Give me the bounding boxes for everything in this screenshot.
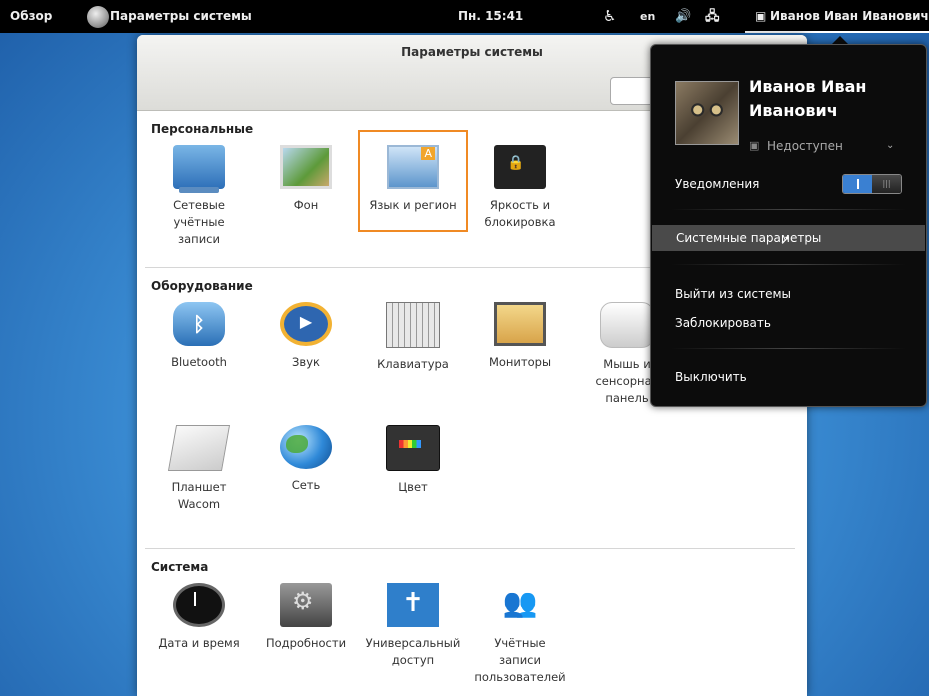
panel-network[interactable]: Сеть bbox=[256, 425, 356, 494]
panel-label: Сеть bbox=[291, 478, 321, 492]
details-icon bbox=[280, 583, 332, 627]
menu-separator bbox=[671, 264, 906, 265]
menu-separator bbox=[671, 209, 906, 210]
panel-label: Подробности bbox=[265, 636, 347, 650]
clock-icon bbox=[173, 583, 225, 627]
user-status-icon[interactable]: ▣ bbox=[755, 0, 766, 33]
user-accounts-icon: 👥 bbox=[502, 586, 538, 619]
bluetooth-icon: ᛒ bbox=[173, 302, 225, 346]
panel-bluetooth[interactable]: ᛒ Bluetooth bbox=[149, 302, 249, 371]
menu-separator bbox=[671, 348, 906, 349]
panel-keyboard[interactable]: Клавиатура bbox=[363, 302, 463, 373]
panel-online-accounts[interactable]: Сетевые учётные записи bbox=[149, 145, 249, 248]
panel-displays[interactable]: Мониторы bbox=[470, 302, 570, 371]
section-title-personal: Персональные bbox=[151, 122, 254, 136]
panel-background[interactable]: Фон bbox=[256, 145, 356, 214]
chevron-down-icon[interactable]: ⌄ bbox=[886, 140, 894, 151]
background-icon bbox=[280, 145, 332, 189]
panel-brightness-lock[interactable]: Яркость и блокировка bbox=[470, 145, 570, 231]
panel-universal-access[interactable]: ✝ Универсальный доступ bbox=[363, 583, 463, 669]
network-globe-icon bbox=[280, 425, 332, 469]
panel-label: Звук bbox=[292, 355, 320, 369]
accessibility-icon[interactable]: ♿ bbox=[603, 0, 616, 33]
mouse-icon bbox=[600, 302, 654, 348]
panel-user-accounts[interactable]: 👥 Учётные записи пользователей bbox=[470, 583, 570, 686]
keyboard-icon bbox=[386, 302, 440, 348]
user-menu-active-indicator bbox=[745, 31, 929, 33]
panel-label: Сетевые учётные записи bbox=[173, 198, 225, 246]
notifications-label: Уведомления bbox=[675, 177, 760, 191]
toggle-on-part bbox=[843, 175, 872, 193]
panel-date-time[interactable]: Дата и время bbox=[149, 583, 249, 652]
panel-label: Цвет bbox=[398, 480, 428, 494]
volume-icon[interactable]: 🔊 bbox=[675, 0, 691, 33]
menu-item-label: Системные параметры bbox=[676, 231, 822, 245]
clock-button[interactable]: Пн. 15:41 bbox=[458, 0, 523, 33]
mouse-cursor-icon: ➚ bbox=[780, 233, 791, 248]
panel-label: Яркость и блокировка bbox=[484, 198, 556, 229]
online-accounts-icon bbox=[173, 145, 225, 193]
network-icon[interactable]: 🖧 bbox=[705, 0, 720, 33]
panel-language-region[interactable]: Язык и регион bbox=[363, 145, 463, 214]
status-icon: ▣ bbox=[749, 139, 760, 152]
panel-color[interactable]: Цвет bbox=[363, 425, 463, 496]
language-region-icon bbox=[387, 145, 439, 189]
menu-item-power-off[interactable]: Выключить bbox=[675, 370, 747, 384]
panel-sound[interactable]: ▶ Звук bbox=[256, 302, 356, 371]
panel-label: Bluetooth bbox=[171, 355, 227, 369]
top-bar: Обзор Параметры системы Пн. 15:41 ♿ en 🔊… bbox=[0, 0, 929, 33]
menu-item-lock[interactable]: Заблокировать bbox=[675, 316, 771, 330]
keyboard-layout-indicator[interactable]: en bbox=[640, 0, 655, 33]
status-selector[interactable]: Недоступен bbox=[767, 139, 843, 153]
panel-details[interactable]: Подробности bbox=[256, 583, 356, 652]
settings-app-icon bbox=[87, 6, 109, 28]
color-icon bbox=[386, 425, 440, 471]
panel-label: Язык и регион bbox=[369, 198, 457, 212]
app-menu-button[interactable]: Параметры системы bbox=[110, 0, 252, 33]
notifications-toggle[interactable]: ||| bbox=[842, 174, 902, 194]
panel-label: Универсальный доступ bbox=[365, 636, 461, 667]
panel-label: Мониторы bbox=[488, 355, 552, 369]
section-title-system: Система bbox=[151, 560, 209, 574]
panel-label: Клавиатура bbox=[377, 357, 449, 371]
user-menu: Иванов Иван Иванович ▣ Недоступен ⌄ Увед… bbox=[650, 44, 927, 407]
user-full-name: Иванов Иван Иванович bbox=[749, 77, 867, 120]
panel-label: Фон bbox=[293, 198, 319, 212]
displays-icon bbox=[494, 302, 546, 346]
avatar[interactable] bbox=[675, 81, 739, 145]
brightness-lock-icon bbox=[494, 145, 546, 189]
panel-label: Учётные записи пользователей bbox=[474, 636, 566, 684]
sound-icon: ▶ bbox=[280, 302, 332, 346]
panel-wacom[interactable]: Планшет Wacom bbox=[149, 425, 249, 513]
wacom-icon bbox=[167, 425, 231, 471]
user-menu-button[interactable]: Иванов Иван Иванович bbox=[770, 0, 929, 33]
universal-access-icon: ✝ bbox=[387, 583, 439, 627]
section-separator bbox=[145, 548, 795, 549]
activities-button[interactable]: Обзор bbox=[10, 0, 52, 33]
menu-item-logout[interactable]: Выйти из системы bbox=[675, 287, 791, 301]
menu-item-system-settings[interactable]: Системные параметры ➚ bbox=[652, 225, 925, 251]
section-title-hardware: Оборудование bbox=[151, 279, 253, 293]
toggle-knob: ||| bbox=[872, 175, 901, 193]
panel-label: Планшет Wacom bbox=[171, 480, 227, 511]
panel-label: Дата и время bbox=[158, 636, 240, 650]
